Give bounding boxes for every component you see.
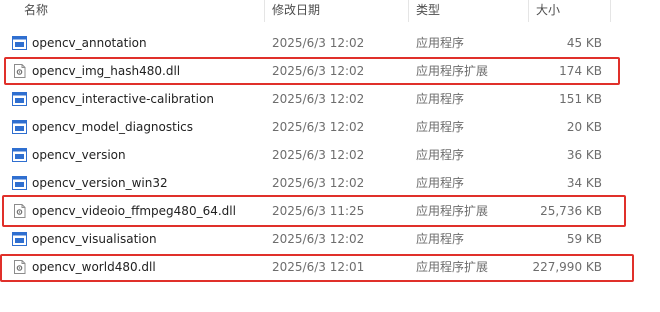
file-modified-date: 2025/6/3 11:25 [272, 204, 365, 218]
column-header-date[interactable]: 修改日期 [266, 0, 406, 22]
column-divider[interactable] [408, 0, 409, 22]
file-name: opencv_version_win32 [32, 176, 168, 190]
file-size: 151 KB [559, 92, 602, 106]
file-name: opencv_videoio_ffmpeg480_64.dll [32, 204, 236, 218]
file-row[interactable]: opencv_version 2025/6/3 12:02 应用程序 36 KB [0, 141, 660, 169]
file-name: opencv_world480.dll [32, 260, 156, 274]
file-name: opencv_model_diagnostics [32, 120, 194, 134]
file-row[interactable]: opencv_version_win32 2025/6/3 12:02 应用程序 34… [0, 169, 660, 197]
column-divider[interactable] [264, 0, 265, 22]
dll-file-icon [12, 64, 27, 78]
file-name: opencv_annotation [32, 36, 147, 50]
file-name: opencv_version [32, 148, 126, 162]
file-row[interactable]: opencv_videoio_ffmpeg480_64.dll 2025/6/3 … [0, 197, 660, 225]
file-row[interactable]: opencv_img_hash480.dll 2025/6/3 12:02 应用程序… [0, 57, 660, 85]
file-row[interactable]: opencv_visualisation 2025/6/3 12:02 应用程序 59… [0, 225, 660, 253]
exe-file-icon [12, 148, 27, 162]
file-size: 25,736 KB [540, 204, 602, 218]
exe-file-icon [12, 120, 27, 134]
file-name: opencv_interactive-calibration [32, 92, 214, 106]
file-type: 应用程序 [416, 36, 465, 50]
column-header-name[interactable]: 名称 [18, 0, 264, 22]
file-modified-date: 2025/6/3 12:02 [272, 148, 365, 162]
file-size: 59 KB [566, 232, 602, 246]
file-row[interactable]: opencv_world480.dll 2025/6/3 12:01 应用程序扩展 2… [0, 253, 660, 281]
column-header-type[interactable]: 类型 [410, 0, 528, 22]
exe-file-icon [12, 92, 27, 106]
file-modified-date: 2025/6/3 12:01 [272, 260, 365, 274]
file-type: 应用程序扩展 [416, 64, 489, 78]
file-type: 应用程序 [416, 176, 465, 190]
file-modified-date: 2025/6/3 12:02 [272, 120, 365, 134]
file-size: 20 KB [566, 120, 602, 134]
file-size: 36 KB [566, 148, 602, 162]
file-type: 应用程序 [416, 92, 465, 106]
file-row[interactable]: opencv_model_diagnostics 2025/6/3 12:02 应用… [0, 113, 660, 141]
file-name: opencv_visualisation [32, 232, 157, 246]
dll-file-icon [12, 260, 27, 274]
file-modified-date: 2025/6/3 12:02 [272, 36, 365, 50]
file-modified-date: 2025/6/3 12:02 [272, 64, 365, 78]
file-modified-date: 2025/6/3 12:02 [272, 232, 365, 246]
file-row[interactable]: opencv_interactive-calibration 2025/6/3 1… [0, 85, 660, 113]
column-header-bar: 名称 修改日期 类型 大小 [0, 0, 660, 22]
file-modified-date: 2025/6/3 12:02 [272, 92, 365, 106]
file-size: 174 KB [559, 64, 602, 78]
file-type: 应用程序 [416, 232, 465, 246]
file-modified-date: 2025/6/3 12:02 [272, 176, 365, 190]
dll-file-icon [12, 204, 27, 218]
exe-file-icon [12, 36, 27, 50]
file-type: 应用程序 [416, 148, 465, 162]
file-size: 227,990 KB [532, 260, 602, 274]
file-name: opencv_img_hash480.dll [32, 64, 181, 78]
file-type: 应用程序扩展 [416, 204, 489, 218]
file-size: 34 KB [566, 176, 602, 190]
file-type: 应用程序扩展 [416, 260, 489, 274]
exe-file-icon [12, 232, 27, 246]
file-type: 应用程序 [416, 120, 465, 134]
file-row[interactable]: opencv_annotation 2025/6/3 12:02 应用程序 45 KB [0, 29, 660, 57]
file-size: 45 KB [566, 36, 602, 50]
column-divider[interactable] [610, 0, 611, 22]
column-header-size[interactable]: 大小 [530, 0, 610, 22]
column-divider[interactable] [528, 0, 529, 22]
exe-file-icon [12, 176, 27, 190]
